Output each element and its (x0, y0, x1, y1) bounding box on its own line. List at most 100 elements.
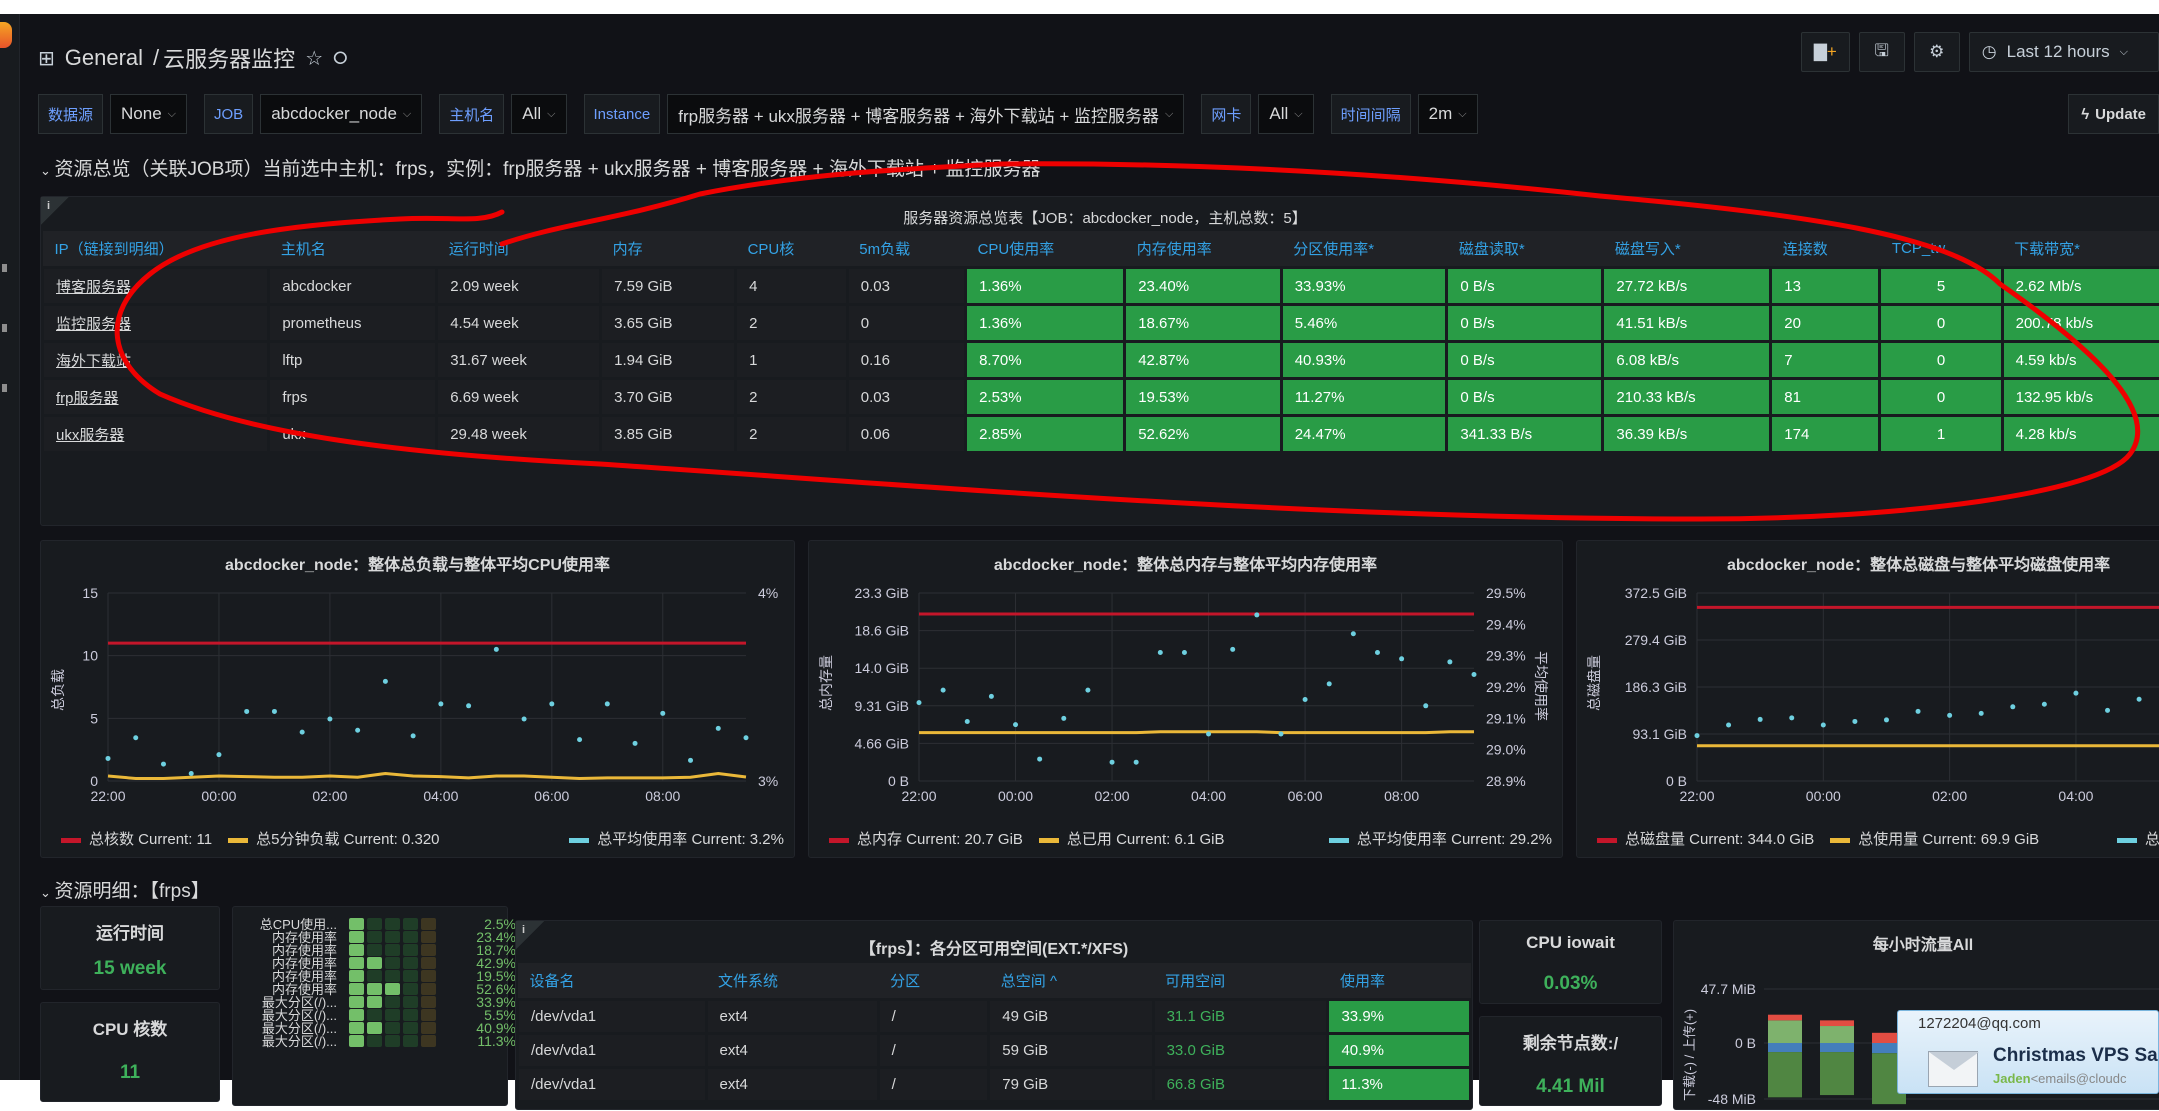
column-header[interactable]: TCP_tw (1880, 231, 2002, 268)
host-link[interactable]: frp服务器 (56, 390, 119, 407)
column-header[interactable]: 文件系统 (706, 963, 878, 1000)
add-panel-button[interactable]: ▇+ (1801, 32, 1850, 72)
variable-select[interactable]: All ⌵ (511, 94, 566, 134)
row-overview-header[interactable]: ⌄ 资源总览（关联JOB项）当前选中主机：frps，实例：frp服务器 + uk… (40, 154, 1041, 181)
legend-item[interactable]: 总5分钟负载 Current: 0.320 (228, 828, 439, 849)
variable-select[interactable]: abcdocker_node⌵ (260, 94, 422, 134)
legend-item[interactable]: 总使用量 Current: 69.9 GiB (1830, 828, 2039, 849)
variable-value: All (522, 104, 541, 124)
cpu-chart[interactable]: 0510153%4%平均使用率总负载22:0000:0002:0004:0006… (41, 581, 796, 826)
bar-gauge-cells (349, 996, 436, 1008)
y-right-tick-label: 3% (758, 773, 778, 789)
column-header[interactable]: 使用率 (1328, 963, 1471, 1000)
column-header[interactable]: CPU使用率 (966, 231, 1125, 268)
column-header[interactable]: 内存使用率 (1125, 231, 1282, 268)
table-cell[interactable]: 博客服务器 (43, 268, 269, 305)
column-header[interactable]: IP（链接到明细） (43, 231, 269, 268)
host-link[interactable]: ukx服务器 (56, 427, 124, 444)
variable-select[interactable]: All⌵ (1258, 94, 1313, 134)
chevron-down-icon: ⌵ (547, 108, 555, 121)
column-header[interactable]: CPU核 (736, 231, 848, 268)
table-cell[interactable]: 海外下载站 (43, 342, 269, 379)
breadcrumb-folder[interactable]: General (65, 45, 143, 71)
bar-gauge-value: 11.3% (456, 1033, 516, 1049)
column-header[interactable]: 内存 (601, 231, 736, 268)
dashboard-grid-icon: ⊞ (38, 46, 55, 71)
disk-chart[interactable]: 0 B93.1 GiB186.3 GiB279.4 GiB372.5 GiB总磁… (1577, 581, 2159, 826)
table-row: 监控服务器prometheus4.54 week3.65 GiB201.36%1… (43, 305, 2159, 342)
table-cell: 29.48 week (437, 416, 601, 453)
grafana-logo-icon[interactable] (0, 22, 12, 48)
legend-item[interactable]: 总平均使用率 Current: 29.2% (1329, 828, 1552, 849)
variable-value: All (1269, 104, 1288, 124)
table-cell: 6.69 week (437, 379, 601, 416)
nav-explore-icon[interactable] (2, 324, 7, 332)
table-cell: ext4 (706, 1034, 878, 1068)
data-point (1821, 722, 1826, 727)
column-header[interactable]: 磁盘写入* (1603, 231, 1771, 268)
row-detail-header[interactable]: ⌄ 资源明细：【frps】 (40, 876, 210, 903)
table-cell[interactable]: 监控服务器 (43, 305, 269, 342)
memory-chart[interactable]: 0 B4.66 GiB9.31 GiB14.0 GiB18.6 GiB23.3 … (809, 581, 1564, 826)
variable-select[interactable]: 2m⌵ (1418, 94, 1478, 134)
legend-item[interactable]: 总已用 Current: 6.1 GiB (1039, 828, 1225, 849)
dashboard-title[interactable]: 云服务器监控 (163, 42, 295, 74)
legend-item[interactable]: 总核数 Current: 11 (61, 828, 212, 849)
nav-dashboards-icon[interactable] (2, 264, 7, 272)
variable-select[interactable]: frp服务器 + ukx服务器 + 博客服务器 + 海外下载站 + 监控服务器⌵ (667, 94, 1184, 134)
variable-label: 网卡 (1201, 94, 1251, 134)
save-dashboard-button[interactable]: 🖫 (1859, 32, 1905, 72)
bar-gauge-cell (403, 957, 418, 969)
column-header[interactable]: 分区使用率* (1281, 231, 1447, 268)
column-header[interactable]: 总空间 ^ (989, 963, 1153, 1000)
column-header[interactable]: 运行时间 (437, 231, 601, 268)
info-icon[interactable]: i (516, 921, 544, 949)
table-cell: 33.0 GiB (1153, 1034, 1328, 1068)
column-header[interactable]: 可用空间 (1153, 963, 1328, 1000)
data-point (1423, 703, 1428, 708)
data-point (577, 737, 582, 742)
envelope-icon (1928, 1051, 1978, 1087)
legend-item[interactable]: 总磁盘量 Current: 344.0 GiB (1597, 828, 1814, 849)
cell-value: / (892, 1008, 896, 1025)
table-cell: 0 (1880, 305, 2002, 342)
table-cell: 4.28 kb/s (2002, 416, 2159, 453)
table-cell[interactable]: ukx服务器 (43, 416, 269, 453)
data-point (1037, 757, 1042, 762)
column-header[interactable]: 下载带宽* (2002, 231, 2159, 268)
host-link[interactable]: 监控服务器 (56, 316, 131, 333)
email-notification[interactable]: 1272204@qq.com Christmas VPS Sal Jaden<e… (1897, 1010, 2159, 1094)
column-header[interactable]: 分区 (878, 963, 989, 1000)
cell-value: 59 GiB (1002, 1042, 1048, 1059)
column-header[interactable]: 连接数 (1771, 231, 1880, 268)
legend-item[interactable]: 总平 (2117, 828, 2159, 849)
y-tick-label: 9.31 GiB (855, 698, 909, 714)
star-icon[interactable]: ☆ (305, 46, 323, 71)
table-cell[interactable]: frp服务器 (43, 379, 269, 416)
data-point (1134, 760, 1139, 765)
cell-value: 0 B/s (1460, 352, 1494, 369)
variable-select[interactable]: None⌵ (110, 94, 187, 134)
legend-item[interactable]: 总平均使用率 Current: 3.2% (569, 828, 784, 849)
bar-gauge-cell (367, 931, 382, 943)
data-point (605, 701, 610, 706)
column-header[interactable]: 5m负载 (847, 231, 965, 268)
time-picker-button[interactable]: ◷ Last 12 hours ⌵ (1969, 32, 2159, 72)
table-row: frp服务器frps6.69 week3.70 GiB20.032.53%19.… (43, 379, 2159, 416)
column-header[interactable]: 主机名 (269, 231, 437, 268)
row-title: 资源明细：【frps】 (55, 881, 210, 902)
table-cell: 31.67 week (437, 342, 601, 379)
legend-item[interactable]: 总内存 Current: 20.7 GiB (829, 828, 1023, 849)
column-header[interactable]: 设备名 (518, 963, 707, 1000)
y-tick-label: 15 (82, 585, 98, 601)
column-header[interactable]: 磁盘读取* (1447, 231, 1603, 268)
info-icon[interactable]: i (41, 197, 69, 225)
nav-alerting-icon[interactable] (2, 384, 7, 392)
host-link[interactable]: 海外下载站 (56, 353, 131, 370)
bar-gauge-cell (403, 996, 418, 1008)
update-button[interactable]: ϟUpdate (2068, 94, 2159, 134)
share-icon[interactable]: ⭘ (333, 48, 347, 69)
host-link[interactable]: 博客服务器 (56, 279, 131, 296)
cell-value: 2 (749, 315, 757, 332)
dashboard-settings-button[interactable]: ⚙ (1914, 32, 1960, 72)
